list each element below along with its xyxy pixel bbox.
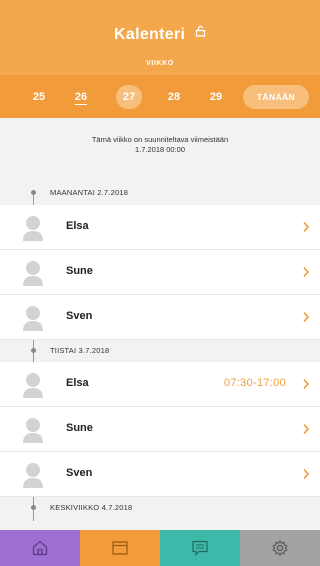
day-section-header: KESKIVIIKKO 4.7.2018 [0, 497, 320, 521]
list-item[interactable]: Elsa 07:30-17:00 [0, 362, 320, 407]
day-28[interactable]: 28 [161, 85, 187, 109]
day-section-header: TIISTAI 3.7.2018 [0, 340, 320, 364]
chevron-right-icon [303, 221, 310, 233]
deadline-notice: Tämä viikko on suunniteltava viimeistään… [0, 135, 320, 155]
day-26[interactable]: 26 [68, 85, 94, 109]
today-button[interactable]: TÄNÄÄN [243, 85, 309, 109]
employee-name: Sune [66, 422, 93, 434]
avatar [23, 418, 43, 443]
timeline-line [33, 340, 34, 348]
tab-settings[interactable] [240, 530, 320, 566]
avatar [23, 463, 43, 488]
chevron-right-icon [303, 378, 310, 390]
employee-name: Sven [66, 310, 93, 322]
day-27-selected[interactable]: 27 [116, 85, 142, 109]
chevron-right-icon [303, 266, 310, 278]
section-date-label: KESKIVIIKKO 4.7.2018 [50, 503, 133, 512]
day-section-header: MAANANTAI 2.7.2018 [0, 182, 320, 206]
chat-icon [192, 540, 208, 556]
employee-name: Sven [66, 467, 93, 479]
day-selector: 25 26 27 28 29 TÄNÄÄN [0, 75, 320, 118]
notice-line-2: 1.7.2018 00:00 [134, 145, 186, 154]
avatar [23, 373, 43, 398]
shift-time: 07:30-17:00 [223, 377, 286, 389]
chevron-right-icon [303, 423, 310, 435]
timeline-line [33, 510, 34, 521]
tab-messages[interactable] [160, 530, 240, 566]
notice-line-1: Tämä viikko on suunniteltava viimeistään [91, 135, 229, 144]
bottom-tab-bar [0, 530, 320, 566]
settings-icon [272, 539, 288, 557]
section-date-label: MAANANTAI 2.7.2018 [50, 188, 129, 197]
week-label: VIIKKO [146, 60, 174, 67]
list-item[interactable]: Sven [0, 452, 320, 497]
page-title-row: Kalenteri [0, 24, 320, 44]
calendar-icon [112, 541, 128, 555]
timeline-line [33, 497, 34, 505]
employee-name: Elsa [66, 220, 89, 232]
chevron-right-icon [303, 468, 310, 480]
tab-home[interactable] [0, 530, 80, 566]
list-item[interactable]: Sune [0, 250, 320, 295]
lock-icon[interactable] [195, 24, 206, 42]
section-date-label: TIISTAI 3.7.2018 [50, 346, 110, 355]
app-header: Kalenteri VIIKKO [0, 0, 320, 75]
day-29[interactable]: 29 [203, 85, 229, 109]
tab-calendar[interactable] [80, 530, 160, 566]
avatar [23, 261, 43, 286]
employee-name: Elsa [66, 377, 89, 389]
list-item[interactable]: Sune [0, 407, 320, 452]
list-item[interactable]: Sven [0, 295, 320, 340]
employee-name: Sune [66, 265, 93, 277]
page-title: Kalenteri [114, 26, 186, 44]
chevron-right-icon [303, 311, 310, 323]
list-item[interactable]: Elsa [0, 205, 320, 250]
day-25[interactable]: 25 [26, 85, 52, 109]
avatar [23, 306, 43, 331]
avatar [23, 216, 43, 241]
home-icon [32, 540, 48, 556]
